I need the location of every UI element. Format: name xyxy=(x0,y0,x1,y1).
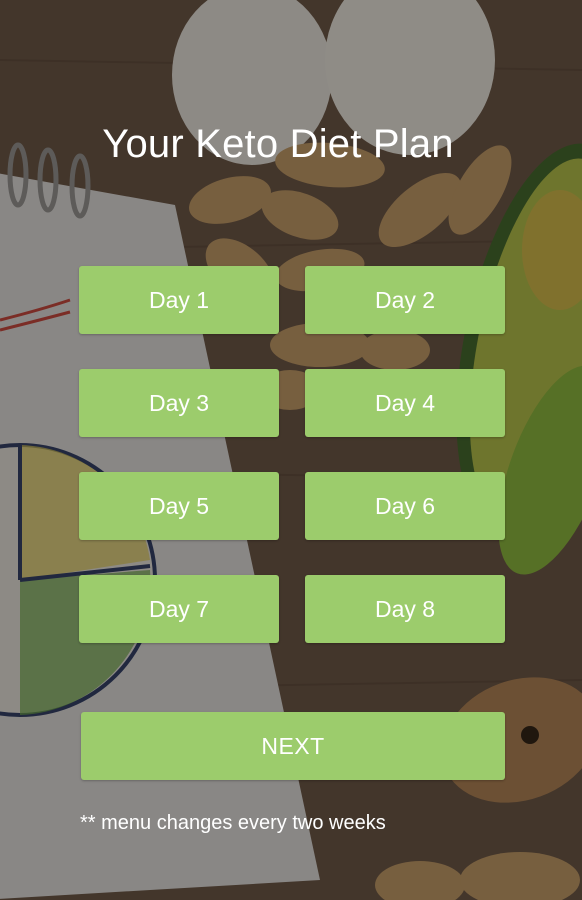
day-3-button[interactable]: Day 3 xyxy=(79,369,279,437)
day-button-grid: Day 1 Day 2 Day 3 Day 4 Day 5 Day 6 Day … xyxy=(79,266,505,643)
day-2-button[interactable]: Day 2 xyxy=(305,266,505,334)
next-button[interactable]: NEXT xyxy=(81,712,505,780)
day-4-button[interactable]: Day 4 xyxy=(305,369,505,437)
day-8-button[interactable]: Day 8 xyxy=(305,575,505,643)
day-6-button[interactable]: Day 6 xyxy=(305,472,505,540)
day-1-button[interactable]: Day 1 xyxy=(79,266,279,334)
page-title: Your Keto Diet Plan xyxy=(102,122,454,166)
day-5-button[interactable]: Day 5 xyxy=(79,472,279,540)
day-7-button[interactable]: Day 7 xyxy=(79,575,279,643)
menu-change-note: ** menu changes every two weeks xyxy=(80,812,386,834)
